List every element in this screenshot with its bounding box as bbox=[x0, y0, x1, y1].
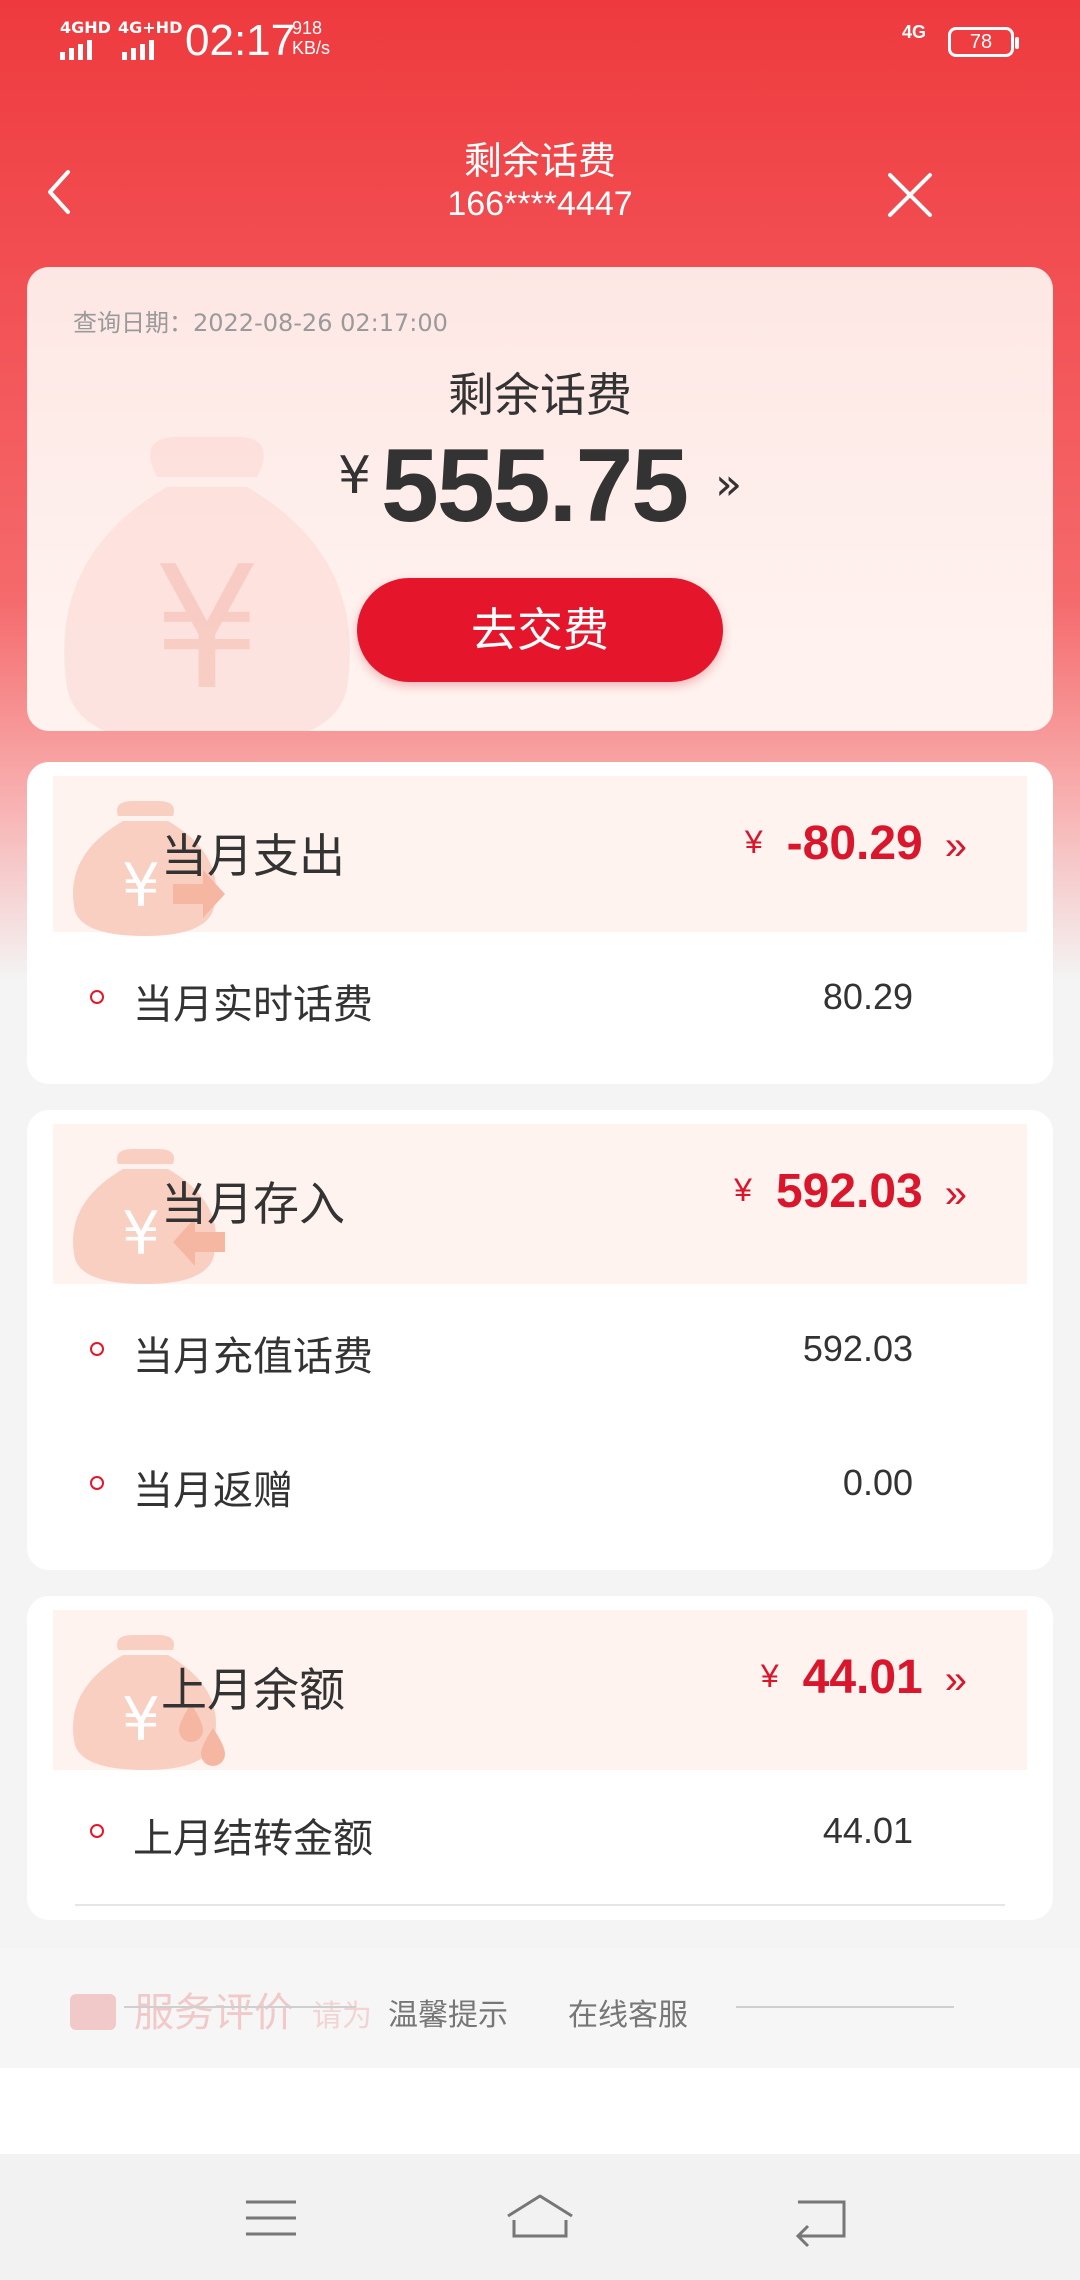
section-title: 当月支出 bbox=[161, 829, 345, 883]
close-button[interactable] bbox=[880, 165, 940, 225]
network-label-2: 4G+HD bbox=[118, 18, 183, 37]
section-amount: ¥ -80.29 » bbox=[745, 816, 967, 871]
section-amount: ¥44.01 » bbox=[761, 1650, 967, 1705]
footer-strip: 服务评价 请为 温馨提示 在线客服 bbox=[0, 1948, 1080, 2068]
double-chevron-icon: » bbox=[944, 824, 967, 868]
balance-amount: 555.75 bbox=[381, 428, 689, 544]
amount-value: 44.01 bbox=[802, 1651, 923, 1704]
divider bbox=[124, 2006, 356, 2008]
status-bar: 4GHD 4G+HD 02:17 918 KB/s 4G 78 bbox=[0, 0, 1080, 90]
bullet-icon bbox=[90, 990, 104, 1004]
divider bbox=[75, 1904, 1005, 1906]
row-value: 80.29 bbox=[822, 976, 913, 1017]
row-label: 上月结转金额 bbox=[133, 1816, 373, 1862]
currency-symbol: ¥ bbox=[744, 824, 763, 860]
divider bbox=[736, 2006, 954, 2008]
service-rating-label: 服务评价 bbox=[134, 1990, 294, 2036]
amount-value: -80.29 bbox=[786, 817, 923, 870]
tips-link[interactable]: 温馨提示 bbox=[388, 1990, 508, 2034]
double-chevron-icon: » bbox=[944, 1658, 967, 1702]
row-label: 当月实时话费 bbox=[133, 982, 373, 1028]
svg-text:¥: ¥ bbox=[122, 1685, 160, 1755]
section-card-deposit: ¥ 当月存入 ¥592.03 » 当月充值话费 592.03 当月返赠 0.00 bbox=[27, 1110, 1053, 1570]
speed-unit: KB/s bbox=[292, 38, 331, 58]
service-rating[interactable]: 服务评价 请为 bbox=[70, 1980, 372, 2038]
pay-button[interactable]: 去交费 bbox=[357, 578, 723, 682]
clock: 02:17 bbox=[185, 16, 296, 65]
home-button[interactable] bbox=[500, 2188, 580, 2248]
speed-value: 918 bbox=[292, 18, 323, 38]
svg-text:¥: ¥ bbox=[122, 1199, 160, 1269]
system-nav-bar bbox=[0, 2154, 1080, 2280]
bullet-icon bbox=[90, 1824, 104, 1838]
list-item: 上月结转金额 44.01 bbox=[27, 1792, 1053, 1872]
query-date: 查询日期：2022-08-26 02:17:00 bbox=[73, 309, 448, 337]
section-title: 上月余额 bbox=[161, 1663, 345, 1717]
currency-symbol: ¥ bbox=[734, 1172, 752, 1208]
network-type-right: 4G bbox=[902, 22, 927, 42]
home-icon bbox=[507, 2194, 573, 2238]
amount-value: 592.03 bbox=[775, 1165, 923, 1218]
battery-icon: 78 bbox=[948, 27, 1019, 57]
menu-icon bbox=[246, 2200, 296, 2236]
footer-spacer bbox=[0, 2068, 1080, 2154]
list-item: 当月实时话费 80.29 bbox=[27, 958, 1053, 1038]
svg-text:¥: ¥ bbox=[122, 851, 160, 921]
page-header: 剩余话费 166****4447 bbox=[0, 120, 1080, 240]
signal-icon bbox=[60, 40, 92, 60]
row-label: 当月返赠 bbox=[133, 1468, 293, 1514]
network-speed: 918 KB/s bbox=[292, 18, 330, 58]
svg-text:¥: ¥ bbox=[153, 530, 261, 728]
list-item: 当月充值话费 592.03 bbox=[27, 1310, 1053, 1390]
section-header[interactable]: ¥ 当月支出 ¥ -80.29 » bbox=[53, 776, 1027, 936]
currency-symbol: ¥ bbox=[337, 446, 372, 506]
signal-icon bbox=[122, 40, 154, 60]
double-chevron-icon: » bbox=[944, 1172, 967, 1216]
section-header[interactable]: ¥ 上月余额 ¥44.01 » bbox=[53, 1610, 1027, 1770]
online-service-link[interactable]: 在线客服 bbox=[568, 1990, 688, 2034]
currency-symbol: ¥ bbox=[760, 1658, 779, 1694]
network-label-1: 4GHD bbox=[60, 18, 111, 37]
section-amount: ¥592.03 » bbox=[734, 1164, 967, 1219]
section-header[interactable]: ¥ 当月存入 ¥592.03 » bbox=[53, 1124, 1027, 1284]
bullet-icon bbox=[90, 1342, 104, 1356]
back-arrow-icon bbox=[795, 2200, 846, 2248]
section-title: 当月存入 bbox=[161, 1177, 345, 1231]
back-nav-button[interactable] bbox=[786, 2188, 856, 2248]
row-value: 0.00 bbox=[842, 1462, 913, 1503]
row-label: 当月充值话费 bbox=[133, 1334, 373, 1380]
chat-bubble-icon bbox=[70, 1994, 116, 2030]
service-rating-sub: 请为 bbox=[312, 1999, 372, 2034]
bullet-icon bbox=[90, 1476, 104, 1490]
balance-amount-row[interactable]: ¥555.75 » bbox=[27, 427, 1053, 546]
section-card-last-month: ¥ 上月余额 ¥44.01 » 上月结转金额 44.01 bbox=[27, 1596, 1053, 1920]
double-chevron-icon: » bbox=[715, 459, 743, 510]
section-card-expense: ¥ 当月支出 ¥ -80.29 » 当月实时话费 80.29 bbox=[27, 762, 1053, 1084]
menu-button[interactable] bbox=[236, 2188, 306, 2248]
balance-card: ¥ 查询日期：2022-08-26 02:17:00 剩余话费 ¥555.75 »… bbox=[27, 267, 1053, 731]
row-value: 592.03 bbox=[802, 1328, 913, 1369]
list-item: 当月返赠 0.00 bbox=[27, 1444, 1053, 1524]
row-value: 44.01 bbox=[822, 1810, 913, 1851]
balance-label: 剩余话费 bbox=[448, 368, 632, 422]
close-icon bbox=[888, 173, 932, 217]
